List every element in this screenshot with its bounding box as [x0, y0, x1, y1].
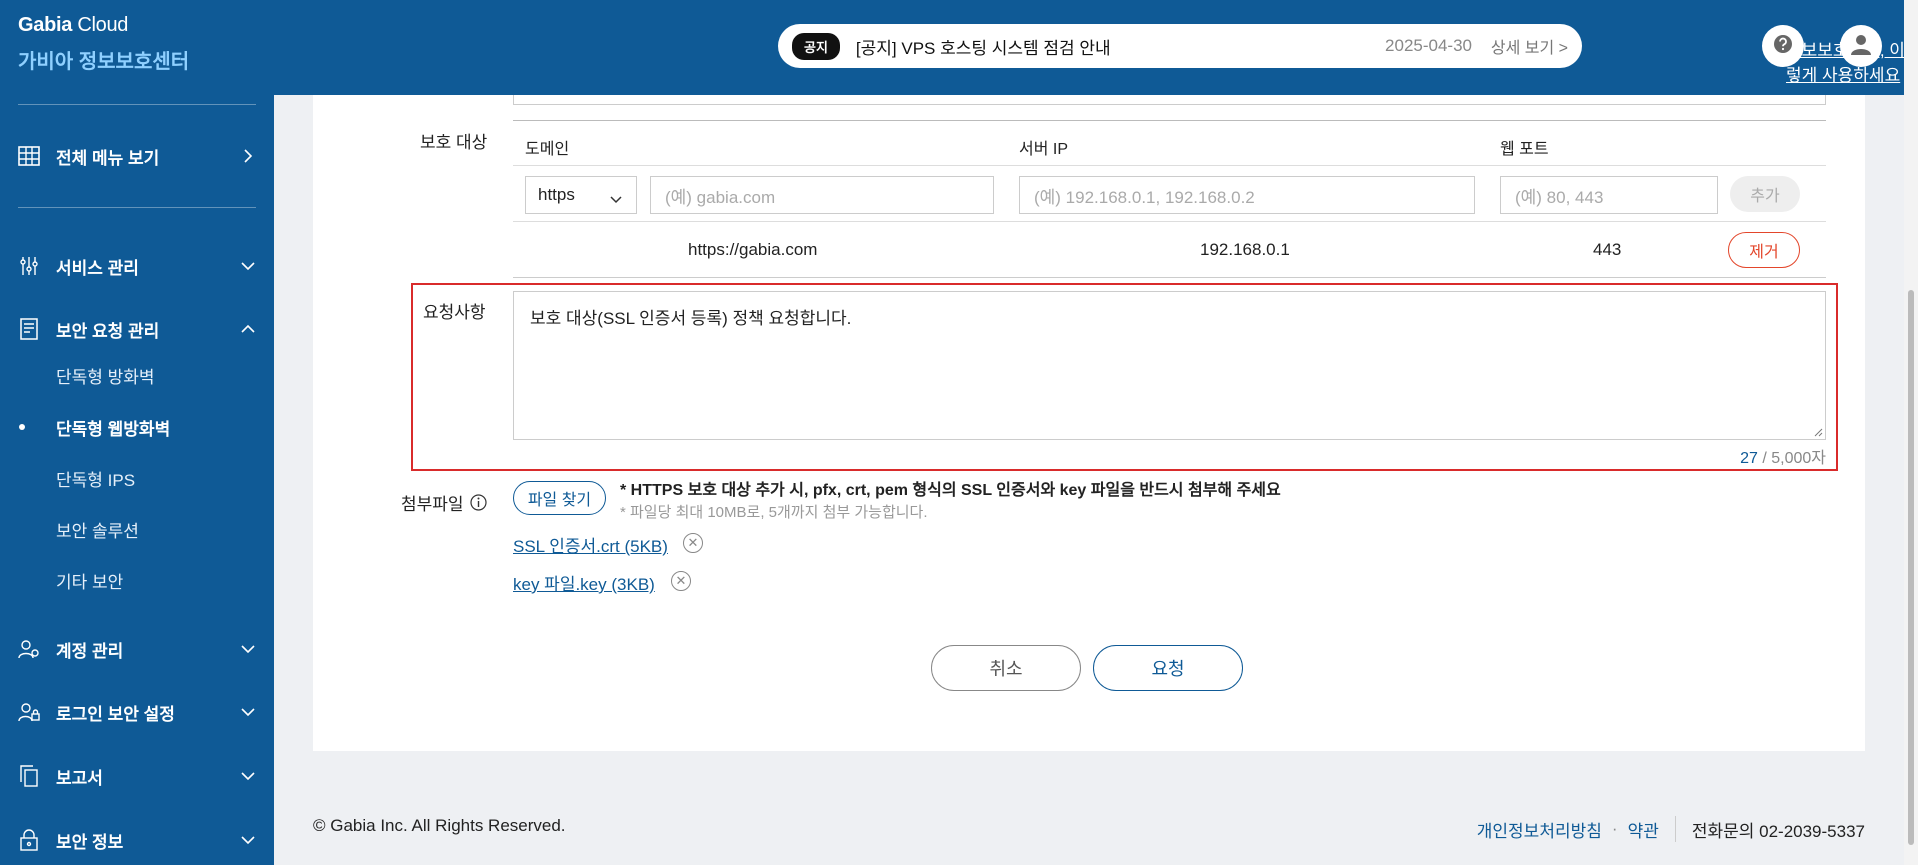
sidebar-item-label: 로그인 보안 설정 — [56, 704, 175, 724]
close-icon[interactable]: ✕ — [683, 533, 703, 553]
active-bullet — [19, 424, 25, 430]
char-max: / 5,000자 — [1762, 450, 1826, 467]
copyright: © Gabia Inc. All Rights Reserved. — [313, 816, 566, 835]
column-domain: 도메인 — [525, 141, 570, 158]
char-counter: 27 / 5,000자 — [1740, 444, 1826, 468]
user-lock-icon — [18, 701, 40, 723]
all-menu-button[interactable]: 전체 메뉴 보기 — [18, 141, 256, 171]
all-menu-label: 전체 메뉴 보기 — [56, 148, 160, 168]
sidebar: Gabia Cloud 가비아 정보보호센터 전체 메뉴 보기 서비스 관리 보… — [0, 0, 274, 865]
terms-link[interactable]: 약관 — [1628, 817, 1659, 842]
sidebar-item-label: 보안 정보 — [56, 832, 124, 852]
question-icon — [1773, 34, 1793, 59]
protect-target-label: 보호 대상 — [420, 133, 488, 152]
sidebar-item-label: 서비스 관리 — [56, 258, 139, 278]
table-row: https://gabia.com 192.168.0.1 443 제거 — [513, 222, 1826, 278]
row-domain: https://gabia.com — [688, 240, 818, 259]
brand-center: 가비아 정보보호센터 — [18, 51, 190, 73]
footer-divider — [1674, 816, 1676, 842]
grid-icon — [18, 145, 40, 167]
help-button[interactable] — [1762, 25, 1804, 67]
chevron-down-icon — [240, 258, 256, 274]
sidebar-item-account[interactable]: 계정 관리 — [18, 634, 256, 664]
column-server-ip: 서버 IP — [1019, 141, 1069, 158]
topbar: 공지 [공지] VPS 호스팅 시스템 점검 안내 2025-04-30 상세 … — [274, 0, 1918, 95]
sidebar-item-label: 계정 관리 — [56, 641, 124, 661]
sidebar-item-security-info[interactable]: 보안 정보 — [18, 825, 256, 855]
port-input[interactable]: (예) 80, 443 — [1500, 176, 1718, 214]
sidebar-item-label: 보고서 — [56, 768, 103, 788]
brand-logo[interactable]: Gabia Cloud 가비아 정보보호센터 — [18, 14, 189, 74]
chevron-down-icon — [240, 704, 256, 720]
chevron-right-icon — [240, 148, 256, 164]
profile-button[interactable] — [1840, 25, 1882, 67]
remove-button[interactable]: 제거 — [1728, 232, 1800, 268]
document-icon — [18, 318, 40, 340]
sidebar-divider — [18, 207, 256, 208]
request-textarea[interactable]: 보호 대상(SSL 인증서 등록) 정책 요청합니다. — [513, 291, 1826, 440]
server-ip-input[interactable]: (예) 192.168.0.1, 192.168.0.2 — [1019, 176, 1475, 214]
chevron-down-icon — [610, 189, 622, 209]
previous-input-edge — [513, 95, 1826, 105]
chevron-down-icon — [240, 832, 256, 848]
brand-product: Cloud — [77, 14, 129, 36]
sidebar-item-service[interactable]: 서비스 관리 — [18, 251, 256, 281]
footer-links: 개인정보처리방침 · 약관 전화문의 02-2039-5337 — [1477, 816, 1865, 842]
protocol-value: https — [538, 185, 575, 204]
subitem-other[interactable]: 기타 보안 — [56, 568, 123, 593]
info-icon[interactable] — [469, 494, 487, 511]
lock-icon — [18, 829, 40, 851]
resize-handle-icon[interactable] — [1813, 427, 1823, 437]
user-gear-icon — [18, 638, 40, 660]
char-count: 27 — [1740, 450, 1758, 467]
protocol-select[interactable]: https — [525, 176, 637, 214]
attached-file-link[interactable]: SSL 인증서.crt (5KB) — [513, 532, 668, 557]
cancel-button[interactable]: 취소 — [931, 645, 1081, 691]
phone-info: 전화문의 02-2039-5337 — [1691, 821, 1865, 841]
separator-dot: · — [1611, 819, 1618, 838]
row-port: 443 — [1593, 240, 1622, 259]
chevron-up-icon — [240, 321, 256, 337]
brand-company: Gabia — [18, 14, 73, 36]
scrollbar-thumb[interactable] — [1908, 290, 1914, 845]
column-web-port: 웹 포트 — [1500, 141, 1549, 158]
notice-tag: 공지 — [792, 32, 840, 60]
chevron-down-icon — [240, 768, 256, 784]
sidebar-item-security-request[interactable]: 보안 요청 관리 — [18, 314, 256, 344]
protect-table-header: 도메인 서버 IP 웹 포트 — [513, 120, 1826, 166]
subitem-firewall[interactable]: 단독형 방화벽 — [56, 363, 155, 388]
attach-label-group: 첨부파일 — [401, 490, 487, 515]
sidebar-divider — [18, 104, 256, 105]
sidebar-item-login-security[interactable]: 로그인 보안 설정 — [18, 697, 256, 727]
subitem-solution[interactable]: 보안 솔루션 — [56, 517, 139, 542]
attach-hint-sub: * 파일당 최대 10MB로, 5개까지 첨부 가능합니다. — [620, 504, 928, 521]
user-icon — [1850, 33, 1872, 60]
file-browse-button[interactable]: 파일 찾기 — [513, 481, 606, 515]
subitem-ips[interactable]: 단독형 IPS — [56, 466, 135, 491]
notice-more-link[interactable]: 상세 보기 > — [1491, 34, 1568, 58]
notice-banner[interactable]: 공지 [공지] VPS 호스팅 시스템 점검 안내 2025-04-30 상세 … — [778, 24, 1582, 68]
sliders-icon — [18, 255, 40, 277]
close-icon[interactable]: ✕ — [671, 571, 691, 591]
protect-input-row: https (예) gabia.com (예) 192.168.0.1, 192… — [513, 166, 1826, 222]
request-label: 요청사항 — [423, 303, 486, 322]
attach-hint-main: * HTTPS 보호 대상 추가 시, pfx, crt, pem 형식의 SS… — [620, 482, 1281, 499]
attach-label: 첨부파일 — [401, 495, 464, 514]
copy-icon — [18, 765, 40, 787]
attached-file-link[interactable]: key 파일.key (3KB) — [513, 570, 655, 595]
sidebar-item-label: 보안 요청 관리 — [56, 321, 160, 341]
notice-date: 2025-04-30 — [1385, 36, 1472, 55]
subitem-waf[interactable]: 단독형 웹방화벽 — [56, 415, 170, 440]
privacy-link[interactable]: 개인정보처리방침 — [1477, 817, 1602, 842]
add-button[interactable]: 추가 — [1730, 176, 1800, 212]
notice-title: [공지] VPS 호스팅 시스템 점검 안내 — [855, 38, 1111, 58]
sidebar-item-report[interactable]: 보고서 — [18, 761, 256, 791]
domain-input[interactable]: (예) gabia.com — [650, 176, 994, 214]
request-button[interactable]: 요청 — [1093, 645, 1243, 691]
request-text: 보호 대상(SSL 인증서 등록) 정책 요청합니다. — [530, 309, 852, 328]
scrollbar[interactable] — [1904, 0, 1918, 865]
row-ip: 192.168.0.1 — [1200, 240, 1290, 259]
chevron-down-icon — [240, 641, 256, 657]
